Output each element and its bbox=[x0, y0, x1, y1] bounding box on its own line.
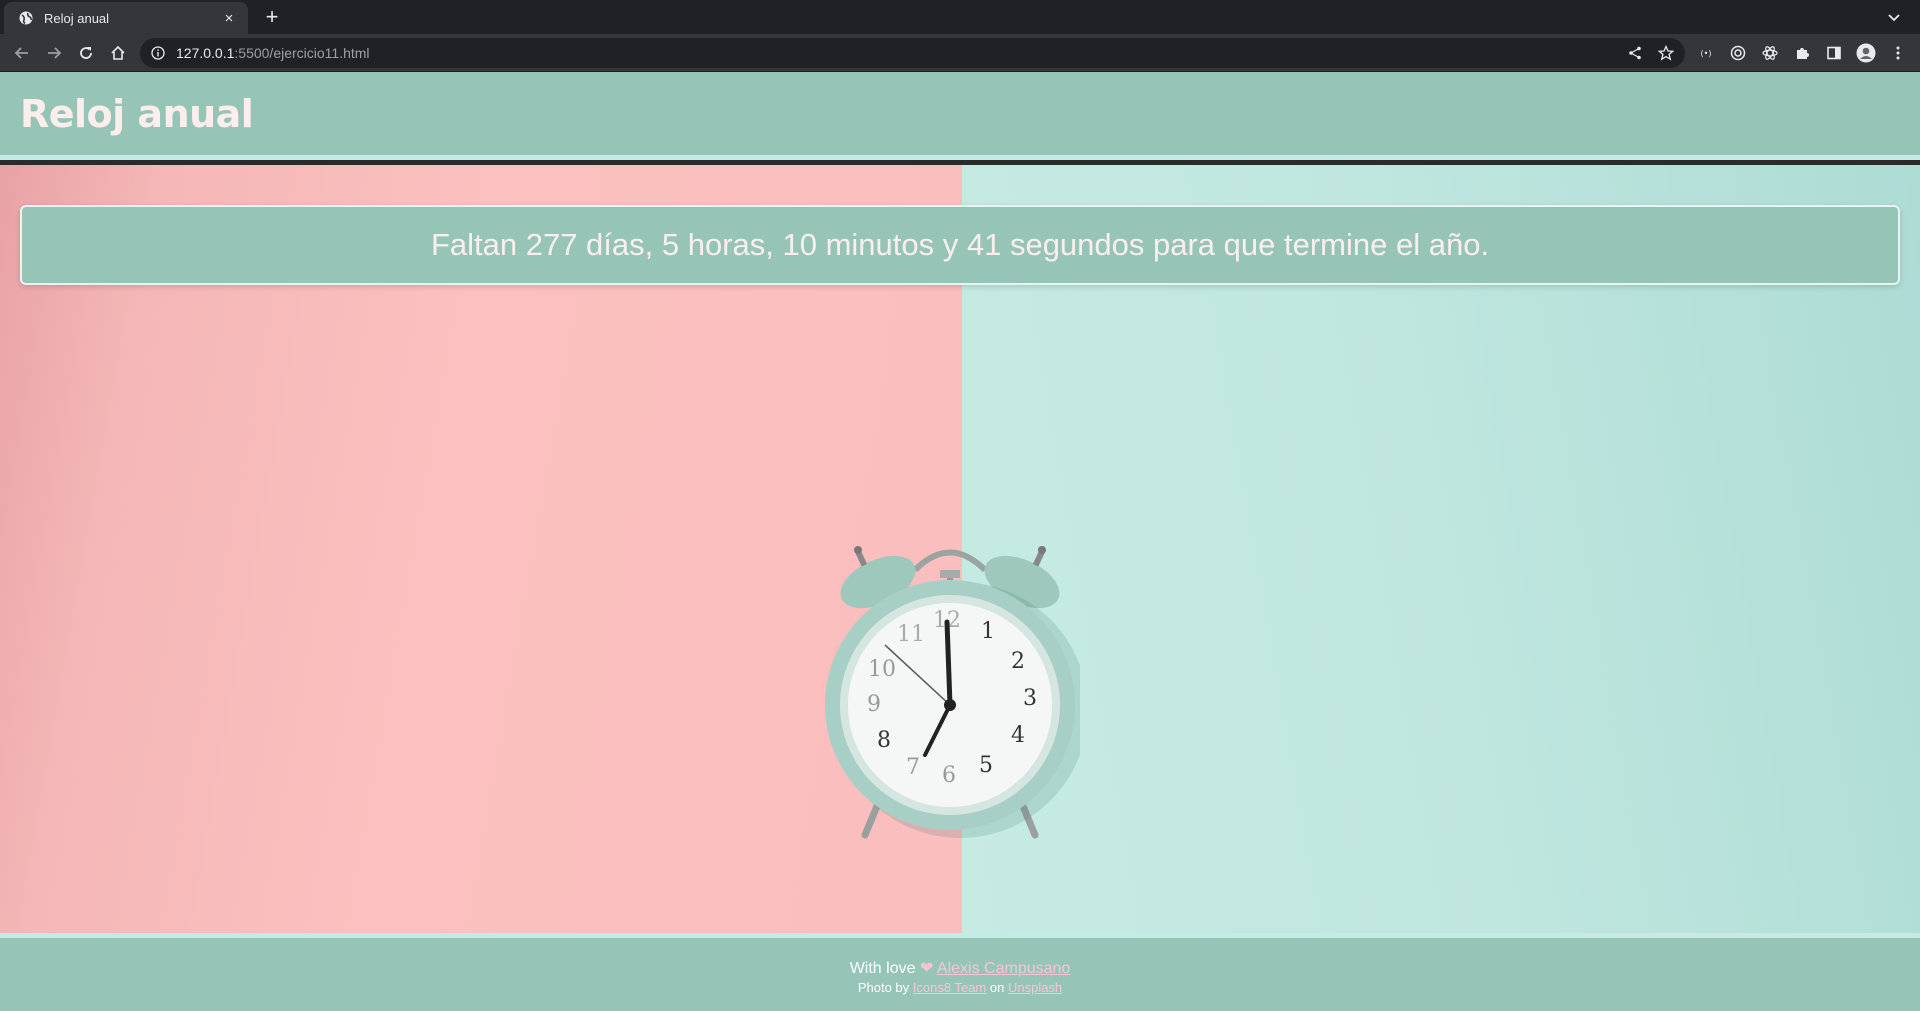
info-icon[interactable] bbox=[150, 45, 166, 61]
site-footer: With love ❤ Alexis Campusano Photo by Ic… bbox=[0, 933, 1920, 1011]
browser-tabstrip: Reloj anual × + bbox=[0, 0, 1920, 34]
star-icon[interactable] bbox=[1653, 38, 1679, 68]
url-host: 127.0.0.1 bbox=[176, 45, 235, 61]
browser-tab[interactable]: Reloj anual × bbox=[4, 2, 248, 34]
share-icon[interactable] bbox=[1622, 38, 1648, 68]
author-link[interactable]: Alexis Campusano bbox=[937, 960, 1070, 977]
profile-icon[interactable] bbox=[1852, 39, 1880, 67]
reload-icon bbox=[80, 47, 92, 59]
forward-icon bbox=[48, 47, 62, 59]
chevron-down-icon bbox=[1888, 14, 1900, 22]
url-text: 127.0.0.1:5500/ejercicio11.html bbox=[176, 45, 370, 61]
back-icon bbox=[14, 47, 28, 59]
photographer-link[interactable]: Icons8 Team bbox=[913, 980, 986, 995]
target-extension-icon[interactable] bbox=[1724, 39, 1752, 67]
extension-icon[interactable]: (•) bbox=[1692, 39, 1720, 67]
reload-button[interactable] bbox=[72, 39, 100, 67]
on-text: on bbox=[989, 980, 1005, 995]
home-button[interactable] bbox=[104, 39, 132, 67]
svg-text:9: 9 bbox=[867, 692, 881, 717]
globe-icon bbox=[18, 10, 34, 26]
site-header: Reloj anual bbox=[0, 72, 1920, 160]
svg-text:4: 4 bbox=[1011, 723, 1025, 748]
forward-button[interactable] bbox=[40, 39, 68, 67]
svg-text:5: 5 bbox=[979, 753, 993, 778]
svg-text:8: 8 bbox=[877, 728, 891, 753]
web-page: Reloj anual Faltan 277 días, 5 horas, 10… bbox=[0, 72, 1920, 1011]
countdown-box: Faltan 277 días, 5 horas, 10 minutos y 4… bbox=[20, 205, 1900, 285]
svg-text:3: 3 bbox=[1023, 686, 1037, 711]
alarm-clock-image: 12 1 2 3 4 5 6 7 8 9 10 11 bbox=[825, 546, 1080, 839]
photo-credit: Photo by Icons8 Team on Unsplash bbox=[0, 980, 1920, 995]
tab-close-button[interactable]: × bbox=[220, 10, 238, 27]
svg-text:(•): (•) bbox=[1701, 49, 1712, 58]
hero-section: Faltan 277 días, 5 horas, 10 minutos y 4… bbox=[0, 165, 1920, 933]
svg-text:6: 6 bbox=[942, 763, 956, 788]
back-button[interactable] bbox=[8, 39, 36, 67]
countdown-text: Faltan 277 días, 5 horas, 10 minutos y 4… bbox=[430, 227, 1490, 262]
browser-toolbar: 127.0.0.1:5500/ejercicio11.html (•) bbox=[0, 34, 1920, 72]
atom-extension-icon[interactable] bbox=[1756, 39, 1784, 67]
with-love-text: With love bbox=[849, 960, 916, 977]
footer-credit: With love ❤ Alexis Campusano bbox=[0, 958, 1920, 978]
tab-search-button[interactable] bbox=[1880, 4, 1908, 32]
svg-text:10: 10 bbox=[868, 657, 896, 682]
svg-text:2: 2 bbox=[1011, 649, 1025, 674]
side-panel-icon[interactable] bbox=[1820, 39, 1848, 67]
puzzle-icon[interactable] bbox=[1788, 39, 1816, 67]
unsplash-link[interactable]: Unsplash bbox=[1008, 980, 1062, 995]
svg-text:11: 11 bbox=[897, 622, 925, 647]
home-icon bbox=[111, 45, 125, 60]
svg-text:7: 7 bbox=[906, 755, 920, 780]
tab-title: Reloj anual bbox=[44, 10, 110, 26]
heart-icon: ❤ bbox=[919, 960, 934, 977]
photo-by-text: Photo by bbox=[857, 980, 910, 995]
url-path: :5500/ejercicio11.html bbox=[234, 45, 370, 61]
svg-text:1: 1 bbox=[981, 619, 995, 644]
menu-icon[interactable] bbox=[1884, 39, 1912, 67]
page-title: Reloj anual bbox=[20, 92, 254, 136]
address-bar[interactable]: 127.0.0.1:5500/ejercicio11.html bbox=[140, 38, 1685, 68]
new-tab-button[interactable]: + bbox=[258, 4, 286, 32]
